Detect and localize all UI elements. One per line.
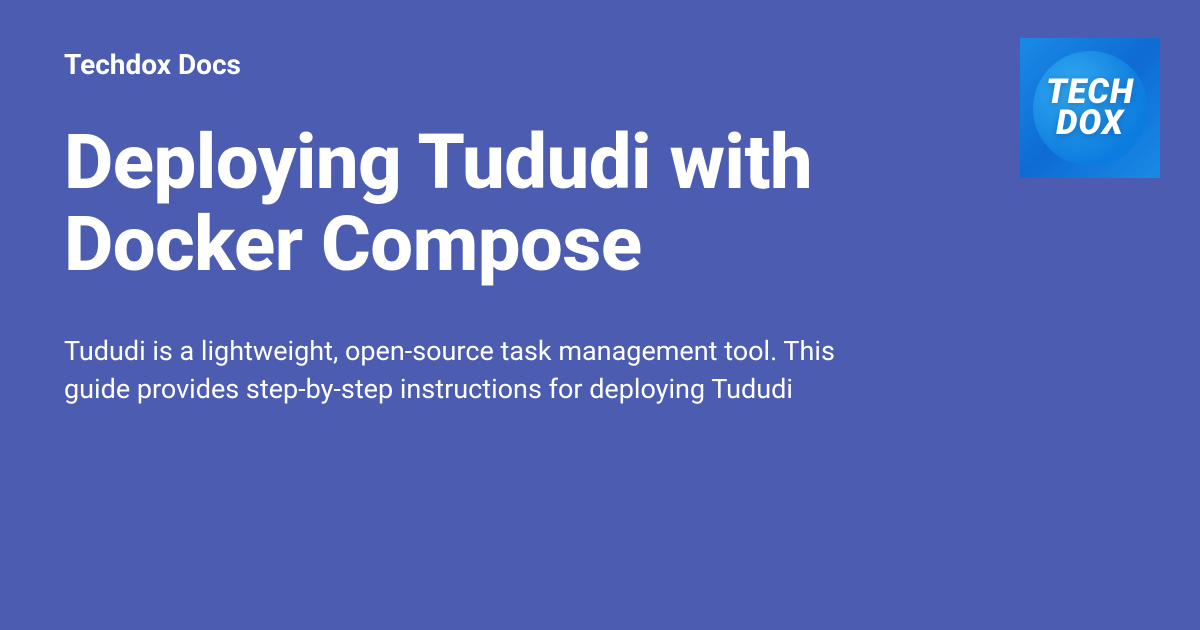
logo: TECH DOX	[1020, 38, 1160, 178]
page-title: Deploying Tududi with Docker Compose	[64, 121, 836, 285]
site-name: Techdox Docs	[64, 48, 836, 81]
main-content: Techdox Docs Deploying Tududi with Docke…	[0, 0, 900, 409]
logo-line2: DOX	[1046, 108, 1134, 139]
page-description: Tududi is a lightweight, open-source tas…	[64, 333, 836, 409]
logo-text: TECH DOX	[1046, 77, 1134, 138]
